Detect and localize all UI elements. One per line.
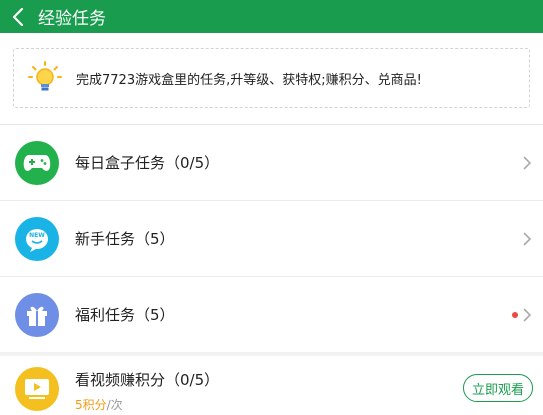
chevron-left-icon — [12, 7, 24, 26]
gift-icon — [15, 292, 59, 337]
new-badge-icon: NEW — [15, 216, 59, 261]
task-list: 每日盒子任务（0/5） NEW 新手任务（5） 福利任务（5） — [0, 124, 543, 352]
back-button[interactable] — [0, 0, 36, 33]
page-title: 经验任务 — [38, 9, 106, 29]
chevron-right-icon — [523, 307, 531, 322]
watch-now-button[interactable]: 立即观看 — [463, 374, 533, 402]
video-task-title: 看视频赚积分（0/5） — [75, 371, 220, 389]
chevron-right-icon — [523, 231, 531, 246]
lightbulb-icon — [28, 61, 62, 91]
task-row-newbie[interactable]: NEW 新手任务（5） — [0, 201, 543, 277]
video-task-row: 看视频赚积分（0/5） 5积分/次 立即观看 — [0, 356, 543, 415]
notice-box: 完成7723游戏盒里的任务,升等级、获特权;赚积分、兑商品! — [13, 48, 530, 108]
task-row-daily-box[interactable]: 每日盒子任务（0/5） — [0, 125, 543, 201]
task-label: 新手任务（5） — [75, 230, 175, 248]
chevron-right-icon — [523, 155, 531, 170]
task-row-welfare[interactable]: 福利任务（5） — [0, 277, 543, 352]
notice-section: 完成7723游戏盒里的任务,升等级、获特权;赚积分、兑商品! — [0, 33, 543, 124]
video-task-texts: 看视频赚积分（0/5） 5积分/次 — [75, 369, 219, 413]
gamepad-icon — [15, 140, 59, 185]
video-play-icon — [15, 367, 59, 411]
task-label: 福利任务（5） — [75, 306, 175, 324]
notice-text: 完成7723游戏盒里的任务,升等级、获特权;赚积分、兑商品! — [76, 72, 422, 88]
svg-text:NEW: NEW — [29, 232, 45, 239]
unread-dot — [512, 311, 518, 318]
reward-unit: /次 — [106, 398, 123, 412]
video-task-reward: 5积分/次 — [75, 396, 219, 413]
app-header: 经验任务 — [0, 0, 543, 33]
reward-points: 5积分 — [75, 398, 107, 412]
task-label: 每日盒子任务（0/5） — [75, 154, 220, 172]
